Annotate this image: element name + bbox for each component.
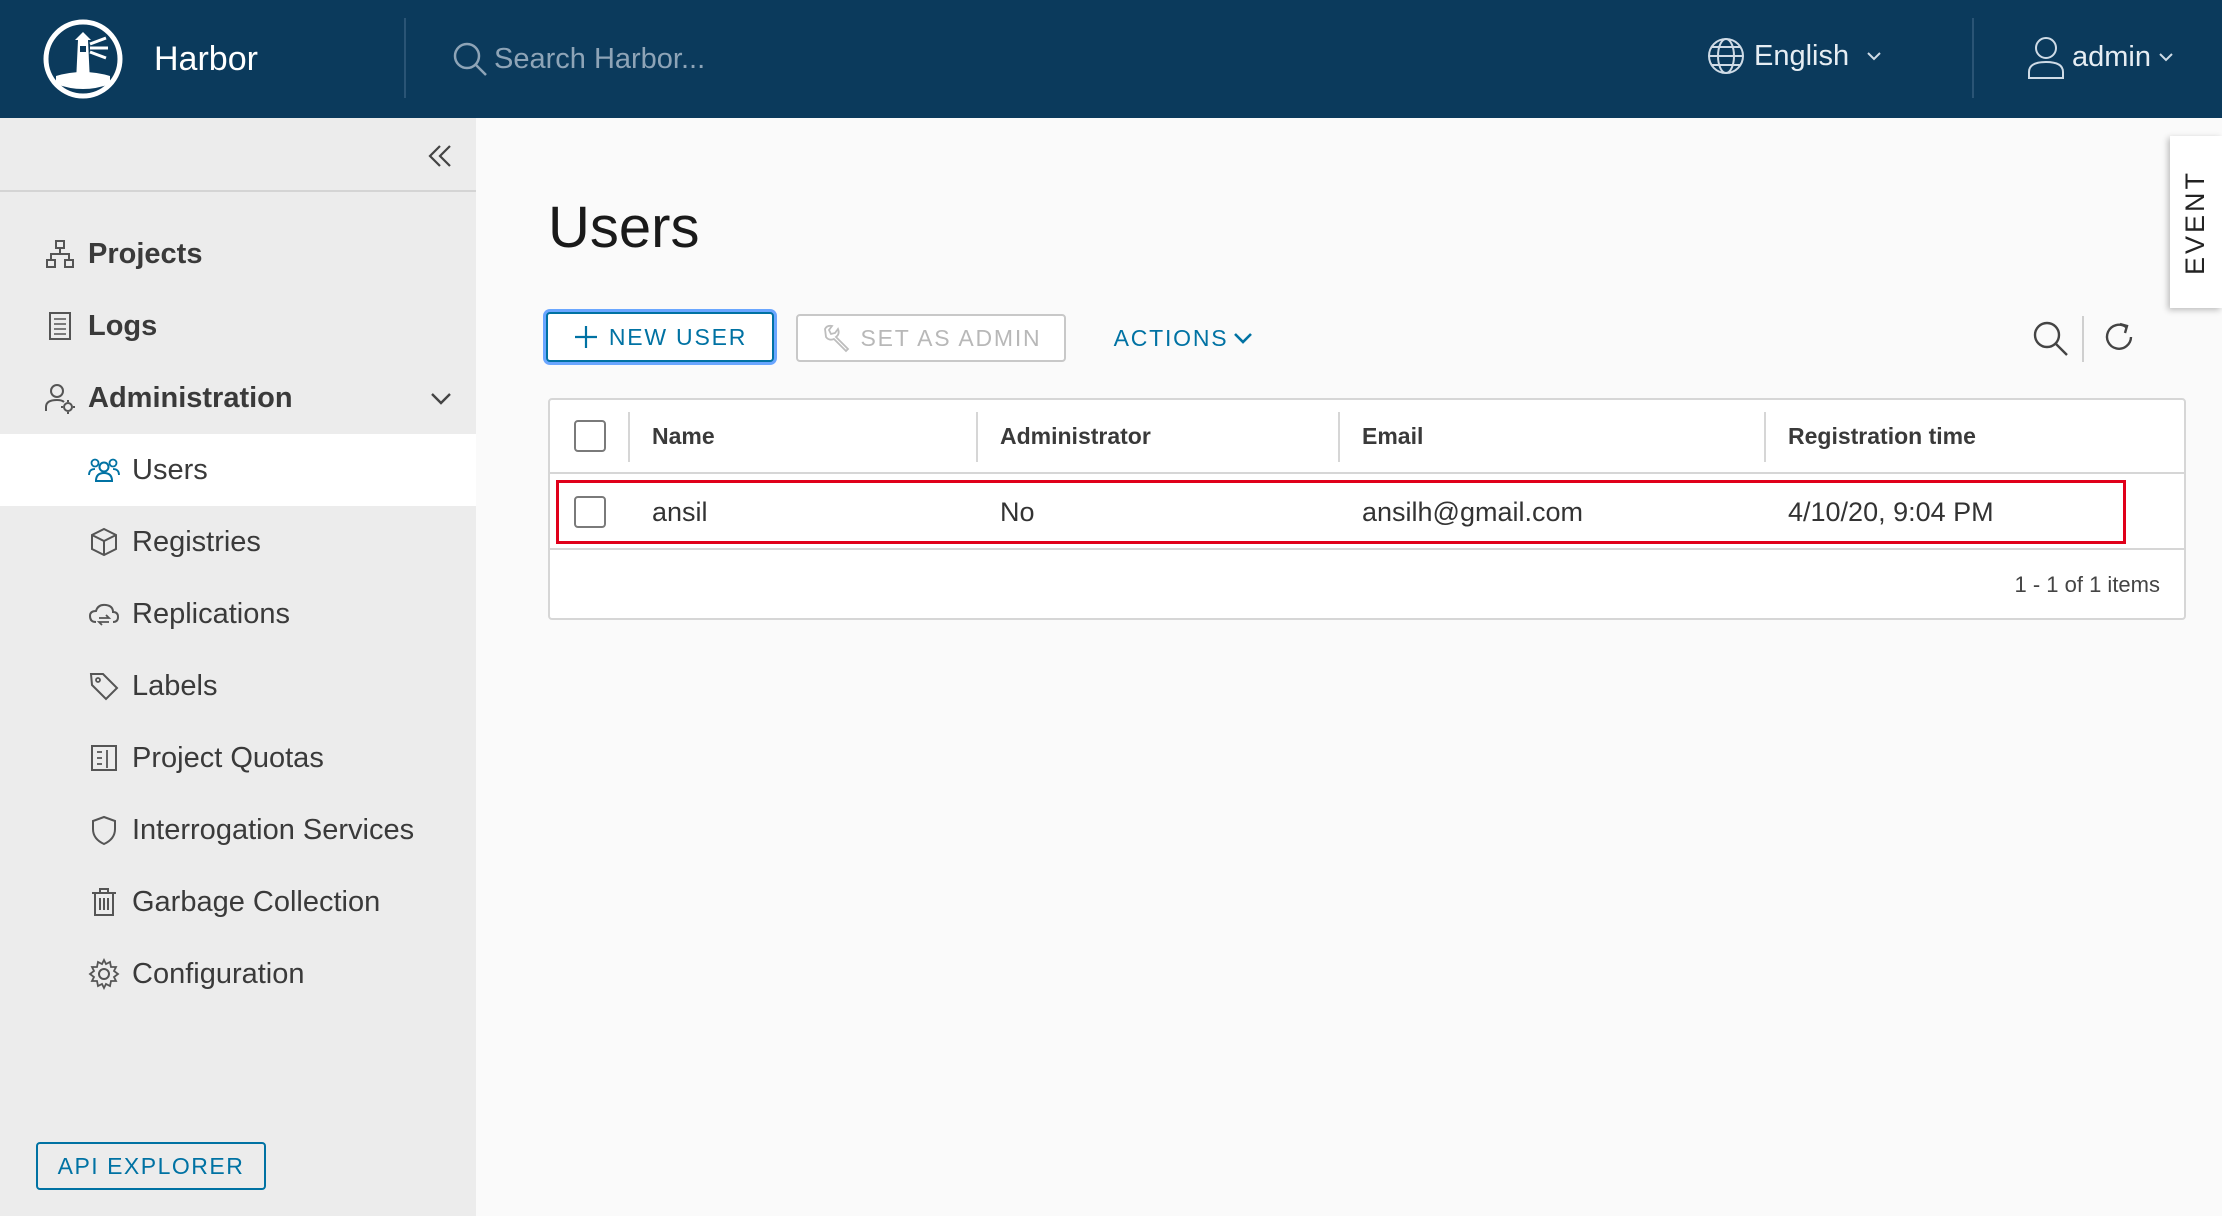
cell-administrator: No <box>1000 496 1035 527</box>
sidebar-item-administration[interactable]: Administration <box>0 362 476 434</box>
set-as-admin-label: SET AS ADMIN <box>860 324 1042 351</box>
table-row[interactable]: ansil No ansilh@gmail.com 4/10/20, 9:04 … <box>550 474 2184 550</box>
row-checkbox[interactable] <box>574 496 606 528</box>
column-header-name[interactable]: Name <box>652 400 715 472</box>
logs-icon <box>49 312 71 340</box>
globe-icon <box>1708 38 1744 74</box>
new-user-label: NEW USER <box>608 323 748 350</box>
cloud-sync-icon <box>88 603 120 626</box>
sidebar-item-project-quotas[interactable]: Project Quotas <box>0 722 476 794</box>
refresh-icon[interactable] <box>2100 318 2138 356</box>
chevron-down-icon <box>431 393 451 405</box>
user-icon <box>2028 37 2064 79</box>
column-separator <box>628 412 630 462</box>
language-selector[interactable]: English <box>1706 36 1883 76</box>
sidebar: Projects Logs Administration Users Regis… <box>0 118 476 1216</box>
sidebar-item-label: Users <box>132 453 208 486</box>
sidebar-item-label: Replications <box>132 597 290 630</box>
sidebar-item-replications[interactable]: Replications <box>0 578 476 650</box>
sidebar-item-labels[interactable]: Labels <box>0 650 476 722</box>
trash-icon <box>92 888 116 916</box>
sidebar-item-label: Labels <box>132 669 218 702</box>
users-datagrid: Name Administrator Email Registration ti… <box>548 398 2186 620</box>
brand[interactable]: Harbor <box>42 18 258 100</box>
cell-name: ansil <box>652 496 708 527</box>
page-title: Users <box>548 195 700 260</box>
column-separator[interactable] <box>1338 412 1340 462</box>
projects-icon <box>46 240 74 268</box>
sidebar-divider <box>0 190 476 192</box>
cell-registration-time: 4/10/20, 9:04 PM <box>1788 496 1994 527</box>
actions-label: ACTIONS <box>1113 324 1229 351</box>
sidebar-item-label: Configuration <box>132 957 305 990</box>
collapse-sidebar-icon[interactable] <box>424 140 456 172</box>
sidebar-item-configuration[interactable]: Configuration <box>0 938 476 1010</box>
event-panel-tab[interactable]: EVENT <box>2170 136 2222 308</box>
column-separator[interactable] <box>1764 412 1766 462</box>
api-explorer-button[interactable]: API EXPLORER <box>36 1142 266 1190</box>
gear-icon <box>88 958 120 990</box>
user-menu[interactable]: admin <box>2026 34 2175 80</box>
cell-email: ansilh@gmail.com <box>1362 496 1583 527</box>
sidebar-item-garbage-collection[interactable]: Garbage Collection <box>0 866 476 938</box>
chevron-down-icon <box>1234 333 1253 344</box>
column-separator[interactable] <box>976 412 978 462</box>
table-header: Name Administrator Email Registration ti… <box>550 400 2184 474</box>
event-tab-label: EVENT <box>2180 169 2211 275</box>
column-header-email[interactable]: Email <box>1362 400 1423 472</box>
search-icon[interactable] <box>2030 318 2070 358</box>
sidebar-item-registries[interactable]: Registries <box>0 506 476 578</box>
new-user-button[interactable]: NEW USER <box>546 312 774 362</box>
app-header: Harbor English admin <box>0 0 2222 118</box>
header-divider <box>1972 18 1974 98</box>
chevron-down-icon <box>1867 52 1881 61</box>
select-all-checkbox[interactable] <box>574 420 606 452</box>
sidebar-item-projects[interactable]: Projects <box>0 218 476 290</box>
actions-dropdown[interactable]: ACTIONS <box>1104 314 1264 362</box>
search-input[interactable] <box>494 42 854 76</box>
pagination-summary: 1 - 1 of 1 items <box>2014 572 2160 597</box>
cube-icon <box>91 527 117 557</box>
sidebar-item-label: Garbage Collection <box>132 885 381 918</box>
users-icon <box>88 458 120 482</box>
shield-icon <box>92 815 116 846</box>
chevron-down-icon <box>2159 53 2173 62</box>
sidebar-item-label: Registries <box>132 525 261 558</box>
administration-icon <box>45 384 75 414</box>
user-name: admin <box>2072 40 2151 73</box>
plus-icon <box>574 326 597 348</box>
set-as-admin-button[interactable]: SET AS ADMIN <box>796 314 1066 362</box>
language-label: English <box>1754 39 1850 72</box>
column-header-administrator[interactable]: Administrator <box>1000 400 1151 472</box>
quota-icon <box>91 745 117 771</box>
global-search[interactable] <box>450 36 854 82</box>
sidebar-item-label: Administration <box>88 381 293 414</box>
column-header-registration-time[interactable]: Registration time <box>1788 400 1976 472</box>
brand-name: Harbor <box>154 39 258 78</box>
sidebar-item-label: Interrogation Services <box>132 813 415 846</box>
tag-icon <box>89 673 119 701</box>
sidebar-item-interrogation-services[interactable]: Interrogation Services <box>0 794 476 866</box>
header-divider <box>404 18 406 98</box>
harbor-logo-icon <box>43 19 123 99</box>
sidebar-item-label: Projects <box>88 237 203 270</box>
toolbar-divider <box>2082 316 2084 362</box>
wrench-icon <box>823 324 849 353</box>
sidebar-item-logs[interactable]: Logs <box>0 290 476 362</box>
sidebar-item-label: Logs <box>88 309 158 342</box>
sidebar-item-label: Project Quotas <box>132 741 324 774</box>
sidebar-item-users[interactable]: Users <box>0 434 476 506</box>
search-icon <box>453 42 487 76</box>
